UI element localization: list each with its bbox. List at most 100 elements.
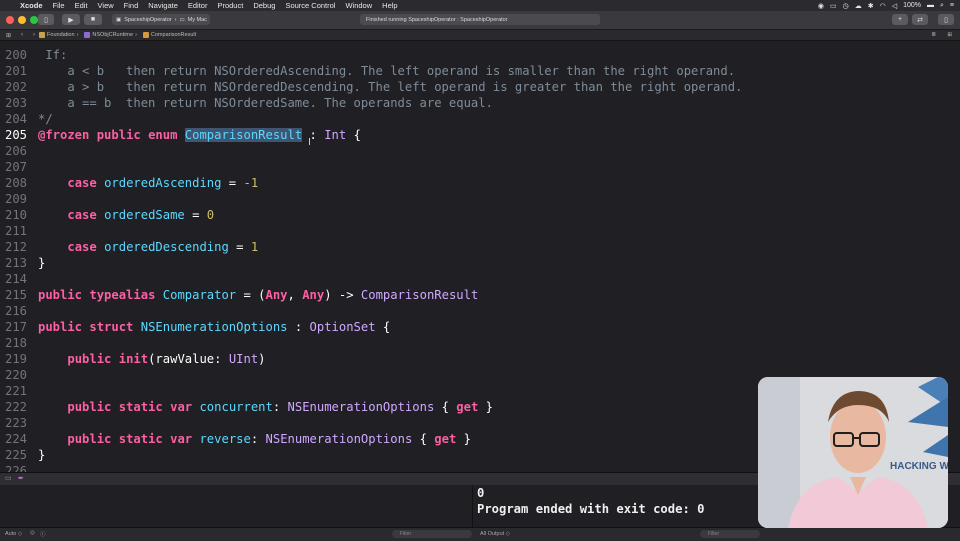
- stop-button[interactable]: ■: [84, 14, 102, 25]
- code-text: a == b then return NSOrderedSame. The op…: [38, 95, 493, 111]
- related-items-icon[interactable]: ⊞: [6, 32, 11, 39]
- code-line[interactable]: 216: [0, 303, 960, 319]
- library-button[interactable]: +: [892, 14, 908, 25]
- info-icon[interactable]: ⓘ: [40, 530, 46, 538]
- breadcrumb-comparisonresult[interactable]: ComparisonResult: [142, 32, 196, 38]
- cloud-icon[interactable]: ☁: [855, 2, 862, 10]
- code-line[interactable]: 207: [0, 159, 960, 175]
- breakpoints-icon[interactable]: ➨: [18, 474, 24, 482]
- battery-percent[interactable]: 100%: [903, 2, 921, 9]
- control-center-icon[interactable]: ≡: [950, 2, 954, 9]
- inspector-toggle-button[interactable]: ▯: [938, 14, 954, 25]
- eye-icon[interactable]: ◎: [30, 530, 35, 536]
- code-line[interactable]: 218: [0, 335, 960, 351]
- menu-edit[interactable]: Edit: [75, 1, 88, 10]
- code-token: OptionSet: [309, 320, 376, 334]
- scheme-selector[interactable]: ▣ SpaceshipOperator › ▭ My Mac: [112, 14, 210, 25]
- code-line[interactable]: 203 a == b then return NSOrderedSame. Th…: [0, 95, 960, 111]
- code-token: enum: [148, 128, 178, 142]
- code-line[interactable]: 208 case orderedAscending = -1: [0, 175, 960, 191]
- code-line[interactable]: 209: [0, 191, 960, 207]
- code-token: :: [272, 400, 288, 414]
- code-token: get: [456, 400, 479, 414]
- code-line[interactable]: 202 a > b then return NSOrderedDescendin…: [0, 79, 960, 95]
- line-number: 201: [4, 64, 27, 78]
- code-token: var: [170, 432, 193, 446]
- code-line[interactable]: 212 case orderedDescending = 1: [0, 239, 960, 255]
- menu-help[interactable]: Help: [382, 1, 397, 10]
- code-token: 0: [206, 208, 215, 222]
- code-token: {: [412, 432, 435, 446]
- scheme-name: SpaceshipOperator: [124, 16, 172, 23]
- line-number: 205: [4, 128, 27, 142]
- menu-find[interactable]: Find: [124, 1, 139, 10]
- back-button[interactable]: ‹: [21, 32, 23, 38]
- code-line[interactable]: 219 public init(rawValue: UInt): [0, 351, 960, 367]
- volume-icon[interactable]: ◁: [892, 2, 897, 10]
- menu-debug[interactable]: Debug: [253, 1, 275, 10]
- menu-file[interactable]: File: [53, 1, 65, 10]
- time-machine-icon[interactable]: ◷: [843, 2, 849, 10]
- code-line[interactable]: 211: [0, 223, 960, 239]
- code-line[interactable]: 215 public typealias Comparator = (Any, A…: [0, 287, 960, 303]
- code-text: case orderedAscending = -1: [38, 175, 258, 191]
- banner-text: HACKING W: [890, 461, 948, 472]
- code-token: orderedSame: [104, 208, 185, 222]
- variables-view[interactable]: [0, 485, 473, 527]
- variables-scope-selector[interactable]: Auto ◇: [5, 531, 22, 537]
- code-line[interactable]: 200 If:: [0, 47, 960, 63]
- code-line[interactable]: 214: [0, 271, 960, 287]
- search-icon[interactable]: ⌕: [940, 2, 944, 10]
- run-button[interactable]: ▶: [62, 14, 80, 25]
- console-filter-field[interactable]: Filter: [700, 530, 760, 538]
- code-line[interactable]: 217 public struct NSEnumerationOptions : …: [0, 319, 960, 335]
- battery-icon[interactable]: ▬: [927, 2, 934, 9]
- record-icon[interactable]: ◉: [818, 2, 824, 10]
- code-token: =: [228, 240, 251, 254]
- navigator-toggle-button[interactable]: ▯: [38, 14, 54, 25]
- code-line[interactable]: 204 */: [0, 111, 960, 127]
- breadcrumb-foundation[interactable]: Foundation ›: [39, 32, 78, 38]
- console-output-selector[interactable]: All Output ◇: [480, 531, 510, 537]
- line-number: 208: [4, 176, 27, 190]
- split-editor-icon[interactable]: ⊞: [947, 32, 952, 38]
- hide-debug-area-icon[interactable]: ▭: [5, 474, 12, 482]
- menu-app[interactable]: Xcode: [20, 1, 43, 10]
- menu-navigate[interactable]: Navigate: [148, 1, 178, 10]
- line-number: 224: [4, 432, 27, 446]
- zoom-window-button[interactable]: [30, 16, 38, 24]
- code-line[interactable]: 205 @frozen public enum ComparisonResult …: [0, 127, 960, 143]
- code-text: If:: [38, 47, 67, 63]
- wifi-icon[interactable]: ◠: [880, 2, 886, 10]
- menu-view[interactable]: View: [98, 1, 114, 10]
- code-line[interactable]: 201 a < b then return NSOrderedAscending…: [0, 63, 960, 79]
- filter-placeholder: Filter: [400, 531, 412, 537]
- code-token: NSEnumerationOptions: [140, 320, 288, 334]
- variables-filter-field[interactable]: Filter: [392, 530, 472, 538]
- menu-source-control[interactable]: Source Control: [285, 1, 335, 10]
- menu-window[interactable]: Window: [345, 1, 372, 10]
- menu-editor[interactable]: Editor: [188, 1, 208, 10]
- code-review-button[interactable]: ⇄: [912, 14, 928, 25]
- code-line[interactable]: 213}: [0, 255, 960, 271]
- code-line[interactable]: 210 case orderedSame = 0: [0, 207, 960, 223]
- bluetooth-icon[interactable]: ✱: [868, 2, 874, 10]
- code-token: =: [184, 208, 207, 222]
- add-editor-icon[interactable]: ≣: [931, 32, 936, 38]
- screen-icon[interactable]: ▭: [830, 2, 837, 10]
- breadcrumb-nsobjcruntime[interactable]: NSObjCRuntime ›: [84, 32, 137, 38]
- code-text: public struct NSEnumerationOptions : Opt…: [38, 319, 390, 335]
- chevron-right-icon: ›: [174, 16, 177, 23]
- code-token: Any: [265, 288, 288, 302]
- minimize-window-button[interactable]: [18, 16, 26, 24]
- code-text: case orderedDescending = 1: [38, 239, 258, 255]
- forward-button[interactable]: ›: [33, 32, 35, 38]
- close-window-button[interactable]: [6, 16, 14, 24]
- code-line[interactable]: 206: [0, 143, 960, 159]
- menu-product[interactable]: Product: [217, 1, 243, 10]
